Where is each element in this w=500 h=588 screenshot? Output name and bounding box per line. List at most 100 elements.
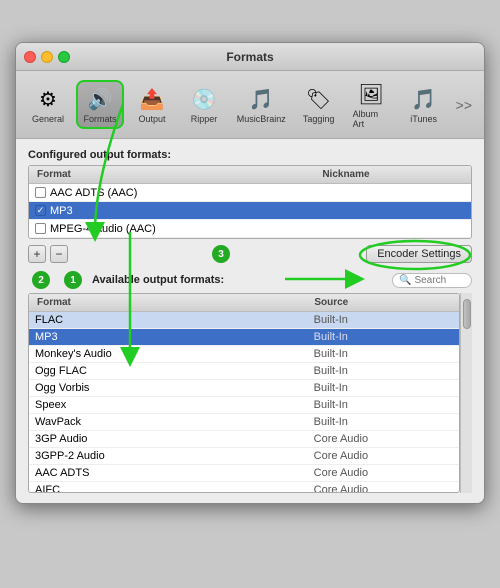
available-source-flac: Built-In (314, 314, 453, 326)
checkbox-mp3[interactable]: ✓ (35, 205, 46, 216)
available-source-aifc: Core Audio (314, 484, 453, 492)
musicbrainz-icon: 🎵 (247, 85, 275, 113)
available-source-oggflac: Built-In (314, 365, 453, 377)
toolbar-label-musicbrainz: MusicBrainz (237, 114, 286, 124)
minimize-button[interactable] (41, 51, 53, 63)
available-source-3gpp2: Core Audio (314, 450, 453, 462)
itunes-icon: 🎵 (410, 85, 438, 113)
encoder-settings-button[interactable]: Encoder Settings (366, 245, 472, 263)
annotation-2: 2 (32, 271, 50, 289)
available-source-wavpack: Built-In (314, 416, 453, 428)
toolbar-label-output: Output (138, 114, 165, 124)
window-title: Formats (226, 50, 273, 64)
list-item[interactable]: AIFC Core Audio (29, 482, 459, 492)
list-item[interactable]: Speex Built-In (29, 397, 459, 414)
toolbar-item-tagging[interactable]: 🏷 Tagging (295, 82, 343, 127)
toolbar-item-ripper[interactable]: 💿 Ripper (180, 82, 228, 127)
available-format-wavpack: WavPack (35, 416, 314, 428)
configured-row1-format: AAC ADTS (AAC) (35, 187, 322, 199)
titlebar: Formats (16, 43, 484, 71)
table-row[interactable]: MPEG-4 Audio (AAC) (29, 220, 471, 238)
toolbar-label-tagging: Tagging (303, 114, 335, 124)
configured-row2-format: ✓ MP3 (35, 205, 322, 217)
toolbar: ⚙ General 🔊 Formats 📤 Output 💿 Ripper 🎵 … (16, 71, 484, 139)
list-item[interactable]: WavPack Built-In (29, 414, 459, 431)
available-section: 2 1 Available output formats: 🔍 (28, 271, 472, 289)
available-table-body: FLAC Built-In MP3 Built-In Monkey's Audi… (29, 312, 459, 492)
available-label: Available output formats: (92, 274, 224, 286)
available-table: Format Source FLAC Built-In MP3 Built-In (28, 293, 460, 493)
toolbar-label-general: General (32, 114, 64, 124)
speaker-icon: 🔊 (86, 85, 114, 113)
available-source-3gp: Core Audio (314, 433, 453, 445)
available-format-aacadts: AAC ADTS (35, 467, 314, 479)
list-item[interactable]: FLAC Built-In (29, 312, 459, 329)
available-source-mp3: Built-In (314, 331, 453, 343)
table-row[interactable]: ✓ MP3 (29, 202, 471, 220)
available-format-flac: FLAC (35, 314, 314, 326)
available-source-speex: Built-In (314, 399, 453, 411)
search-input[interactable] (414, 275, 464, 286)
available-source-aacadts: Core Audio (314, 467, 453, 479)
available-format-3gpp2: 3GPP-2 Audio (35, 450, 314, 462)
configured-row3-format: MPEG-4 Audio (AAC) (35, 223, 322, 235)
list-item[interactable]: 3GP Audio Core Audio (29, 431, 459, 448)
annotation-3: 3 (212, 245, 230, 263)
available-col-source: Source (312, 296, 453, 309)
list-item[interactable]: MP3 Built-In (29, 329, 459, 346)
configured-label: Configured output formats: (28, 149, 472, 161)
toolbar-item-musicbrainz[interactable]: 🎵 MusicBrainz (232, 82, 291, 127)
toolbar-item-general[interactable]: ⚙ General (24, 82, 72, 127)
checkbox-aac[interactable] (35, 187, 46, 198)
available-format-oggvorbis: Ogg Vorbis (35, 382, 314, 394)
available-col-format: Format (35, 296, 312, 309)
available-format-monkeys: Monkey's Audio (35, 348, 314, 360)
toolbar-expander[interactable]: >> (452, 93, 476, 117)
search-box[interactable]: 🔍 (392, 273, 472, 288)
available-source-monkeys: Built-In (314, 348, 453, 360)
scrollbar[interactable] (460, 293, 472, 493)
remove-format-button[interactable]: − (50, 245, 68, 263)
annotation-1: 1 (64, 271, 82, 289)
ripper-icon: 💿 (190, 85, 218, 113)
toolbar-item-itunes[interactable]: 🎵 iTunes (400, 82, 448, 127)
gear-icon: ⚙ (34, 85, 62, 113)
scrollbar-thumb[interactable] (463, 299, 471, 329)
available-format-speex: Speex (35, 399, 314, 411)
configured-table-header: Format Nickname (29, 166, 471, 184)
main-content: Configured output formats: Format Nickna… (16, 139, 484, 503)
configured-col-format: Format (35, 168, 320, 181)
configured-table: Format Nickname AAC ADTS (AAC) ✓ MP3 (28, 165, 472, 239)
list-item[interactable]: Monkey's Audio Built-In (29, 346, 459, 363)
output-icon: 📤 (138, 85, 166, 113)
list-item[interactable]: Ogg FLAC Built-In (29, 363, 459, 380)
available-format-mp3: MP3 (35, 331, 314, 343)
toolbar-label-albumart: Album Art (353, 109, 390, 129)
configured-col-nickname: Nickname (320, 168, 465, 181)
available-table-area: Format Source FLAC Built-In MP3 Built-In (28, 293, 472, 493)
available-format-aifc: AIFC (35, 484, 314, 492)
maximize-button[interactable] (58, 51, 70, 63)
checkbox-mpeg4[interactable] (35, 223, 46, 234)
list-item[interactable]: 3GPP-2 Audio Core Audio (29, 448, 459, 465)
tagging-icon: 🏷 (305, 85, 333, 113)
search-icon: 🔍 (399, 275, 411, 286)
list-item[interactable]: AAC ADTS Core Audio (29, 465, 459, 482)
window-controls[interactable] (24, 51, 70, 63)
albumart-icon: 🖼 (357, 80, 385, 108)
available-format-oggflac: Ogg FLAC (35, 365, 314, 377)
close-button[interactable] (24, 51, 36, 63)
toolbar-label-ripper: Ripper (191, 114, 218, 124)
available-table-header: Format Source (29, 294, 459, 312)
toolbar-label-itunes: iTunes (410, 114, 437, 124)
toolbar-item-output[interactable]: 📤 Output (128, 82, 176, 127)
list-item[interactable]: Ogg Vorbis Built-In (29, 380, 459, 397)
available-format-3gp: 3GP Audio (35, 433, 314, 445)
add-format-button[interactable]: + (28, 245, 46, 263)
toolbar-item-formats[interactable]: 🔊 Formats (76, 80, 124, 129)
toolbar-item-albumart[interactable]: 🖼 Album Art (347, 77, 396, 132)
bottom-controls: + − 3 Encoder Settings (28, 245, 472, 263)
toolbar-label-formats: Formats (84, 114, 117, 124)
table-row[interactable]: AAC ADTS (AAC) (29, 184, 471, 202)
available-source-oggvorbis: Built-In (314, 382, 453, 394)
